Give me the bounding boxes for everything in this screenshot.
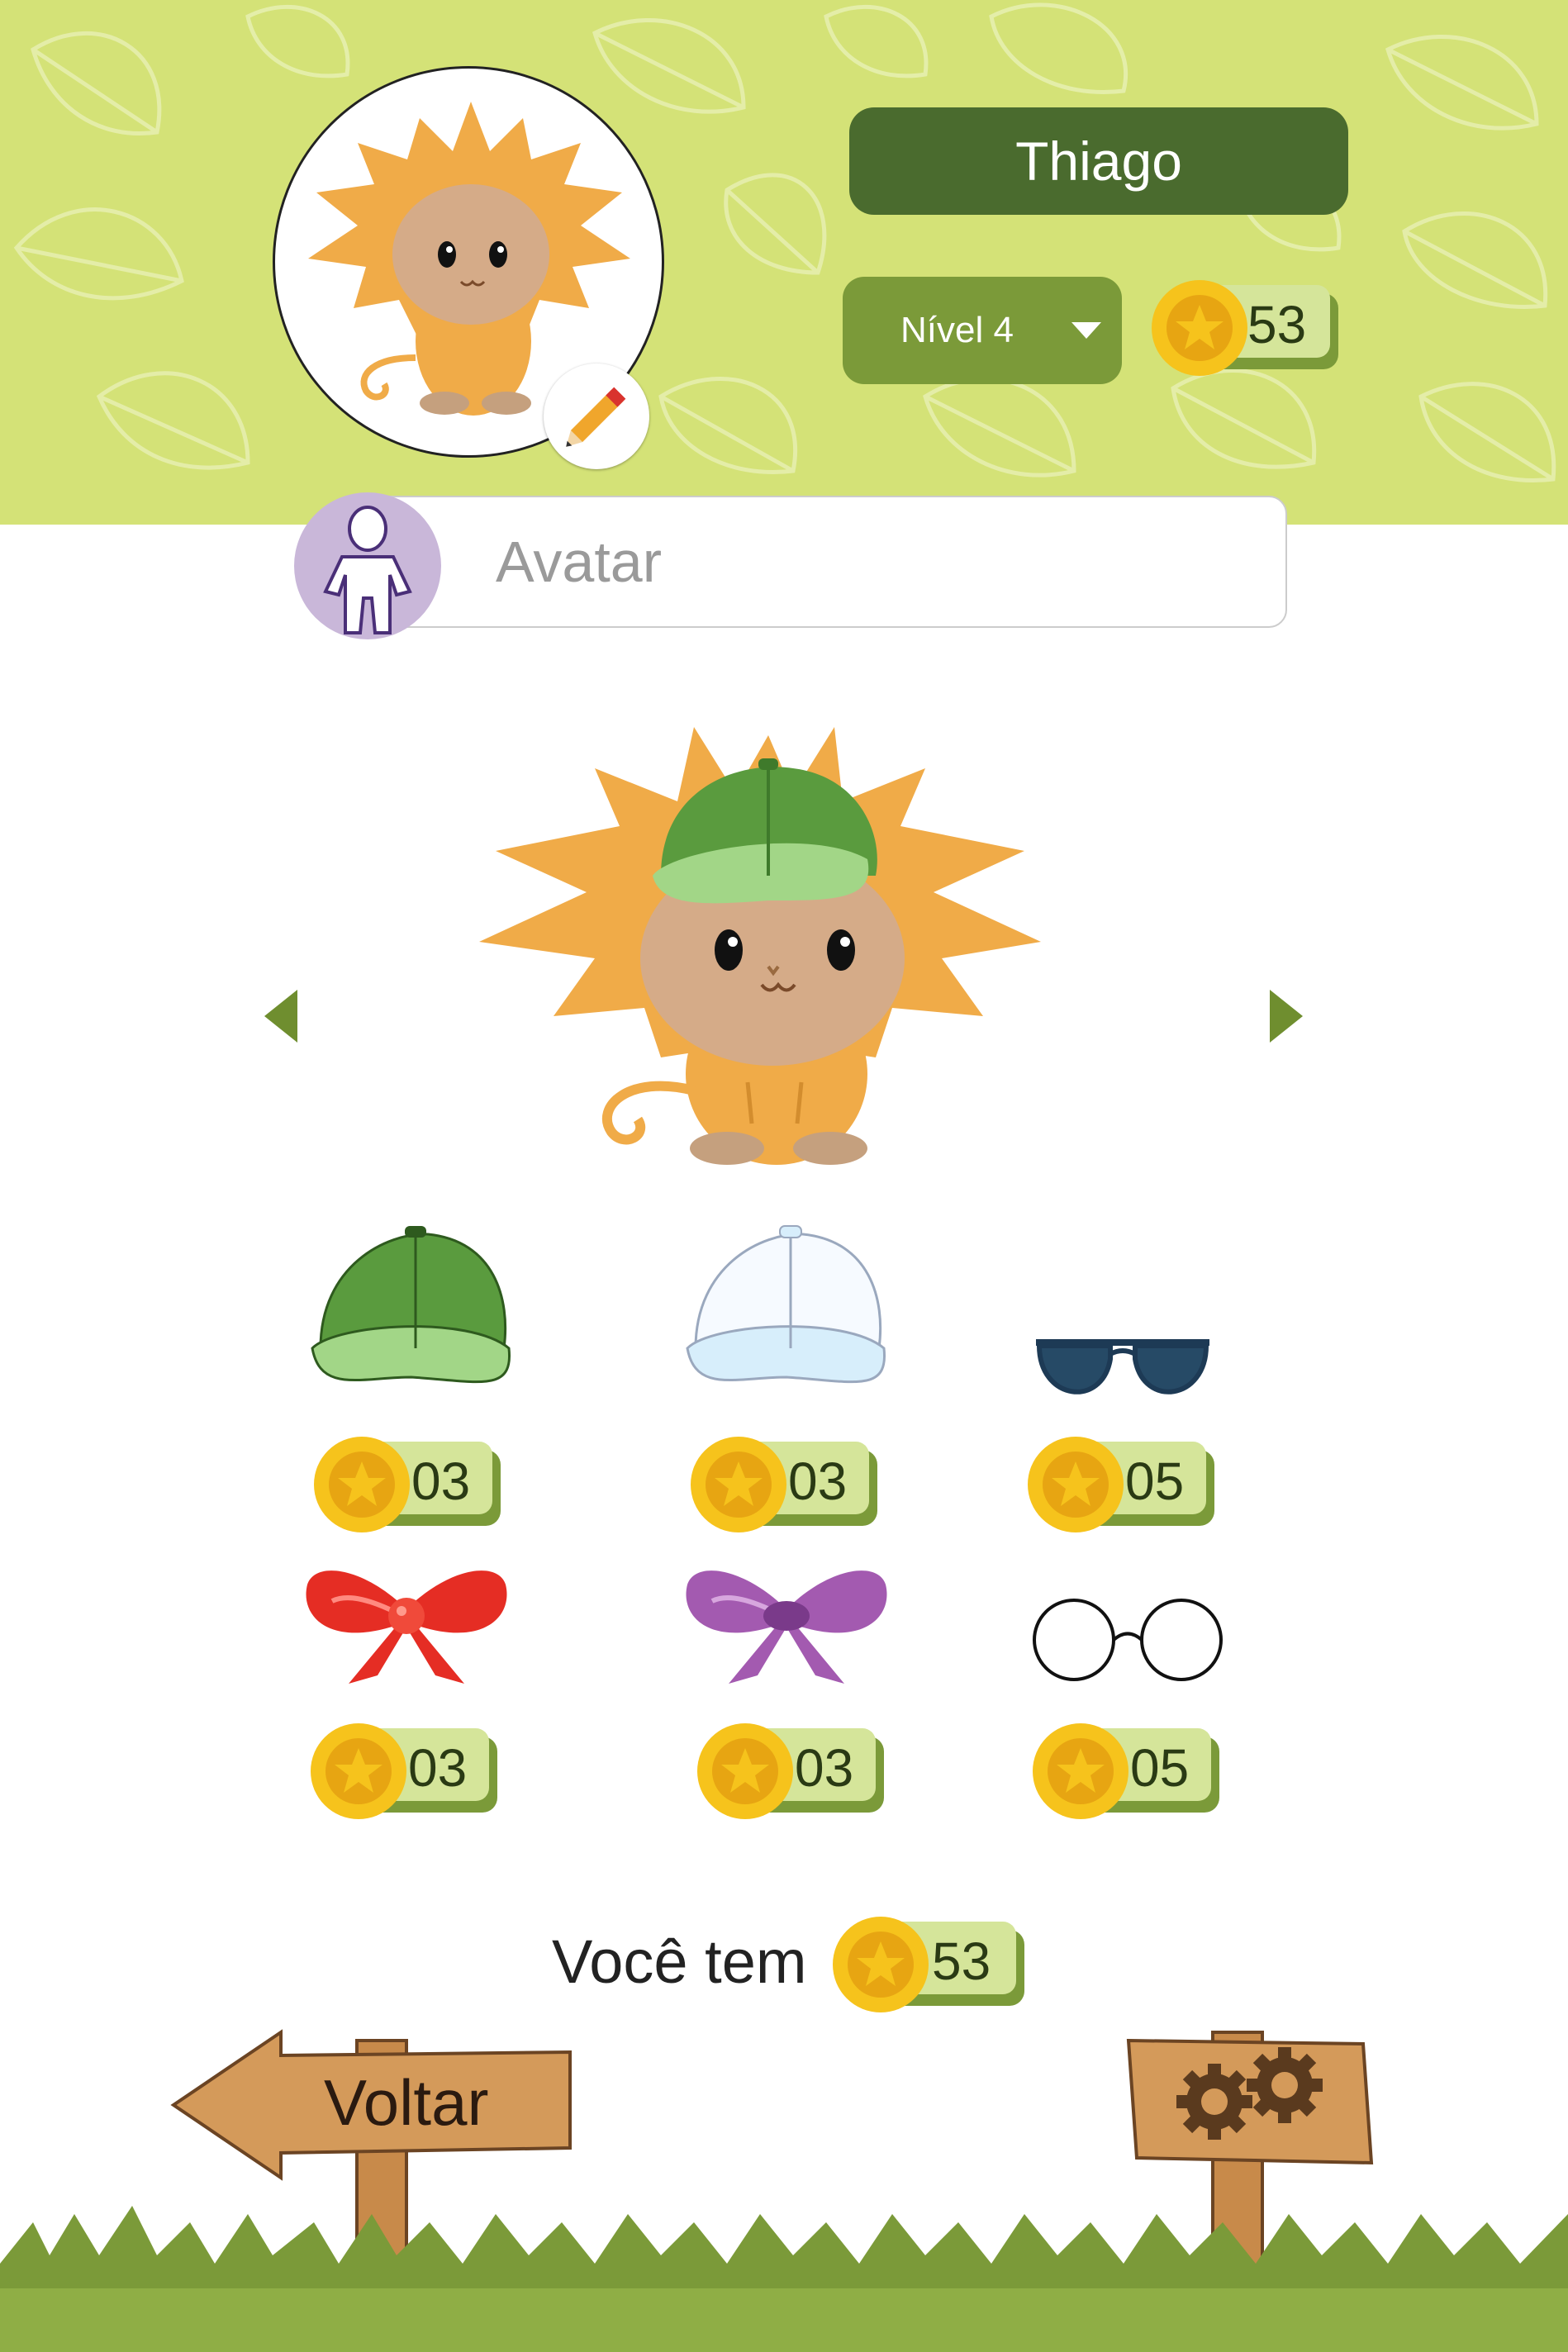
price-badge: 03 (307, 1720, 497, 1822)
settings-button[interactable] (1128, 2041, 1371, 2163)
player-name: Thiago (849, 107, 1348, 215)
next-arrow-button[interactable] (1270, 990, 1303, 1043)
white-cap-item[interactable] (679, 1224, 894, 1398)
price-value: 03 (795, 1738, 854, 1798)
star-coin-icon (1152, 280, 1247, 376)
coin-count: 53 (1247, 295, 1307, 354)
search-placeholder: Avatar (496, 530, 663, 594)
star-coin-icon (1033, 1723, 1128, 1819)
character-preview (479, 727, 1041, 1165)
previous-arrow-button[interactable] (264, 990, 297, 1043)
purple-bow-item[interactable] (679, 1551, 894, 1692)
star-coin-icon (833, 1917, 929, 2012)
price-badge: 03 (694, 1720, 884, 1822)
star-coin-icon (311, 1723, 406, 1819)
pencil-icon (566, 387, 626, 447)
price-value: 03 (788, 1452, 848, 1511)
leaf-pattern (13, 2, 1556, 482)
red-bow-item[interactable] (299, 1551, 514, 1692)
back-button[interactable]: Voltar (324, 2061, 488, 2144)
total-coin-badge: 53 (829, 1913, 1028, 2016)
user-silhouette-icon (323, 506, 412, 634)
price-badge: 05 (1029, 1720, 1219, 1822)
user-avatar-button[interactable] (294, 492, 441, 639)
header-coin-badge: 53 (1148, 277, 1338, 379)
price-value: 03 (408, 1738, 468, 1798)
level-label: Nível 4 (900, 310, 1014, 350)
chevron-down-icon[interactable] (1071, 322, 1101, 339)
price-value: 03 (411, 1452, 471, 1511)
profile-header: Thiago Nível 4 53 (0, 0, 1568, 525)
price-badge: 05 (1024, 1433, 1214, 1536)
price-badge: 03 (311, 1433, 501, 1536)
total-coin-count: 53 (932, 1931, 991, 1991)
price-badge: 03 (687, 1433, 877, 1536)
edit-avatar-button[interactable] (544, 363, 649, 469)
green-cap-item[interactable] (304, 1224, 519, 1398)
round-glasses-item[interactable] (1024, 1594, 1231, 1685)
star-coin-icon (697, 1723, 793, 1819)
price-value: 05 (1130, 1738, 1190, 1798)
star-coin-icon (314, 1437, 410, 1532)
star-coin-icon (691, 1437, 786, 1532)
star-coin-icon (1028, 1437, 1124, 1532)
you-have-label: Você tem (552, 1927, 807, 1996)
sunglasses-item[interactable] (1028, 1326, 1218, 1417)
price-value: 05 (1125, 1452, 1185, 1511)
